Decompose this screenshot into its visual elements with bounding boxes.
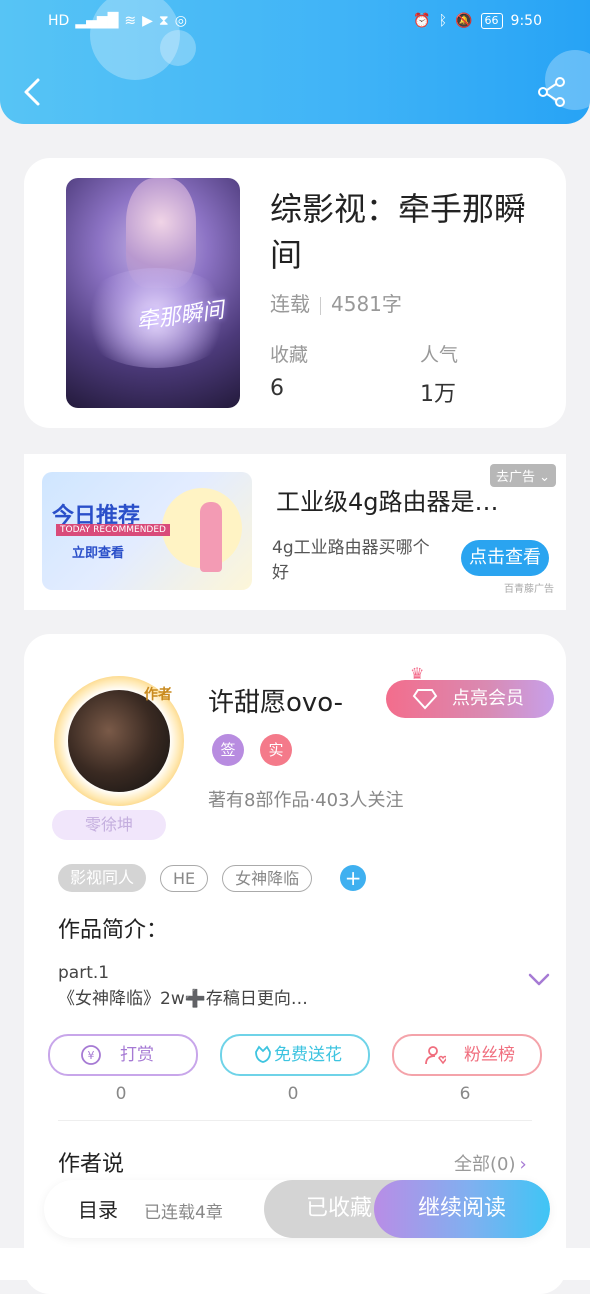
diamond-icon [412,689,438,710]
ad-banner-subtitle: TODAY RECOMMENDED [56,524,170,536]
book-info-card: 牵那瞬间 综影视：牵手那瞬间 连载 4581字 收藏 6 人气 1万 [24,158,566,428]
tip-button[interactable]: ¥ 打赏 [48,1034,198,1076]
yuan-coin-icon: ¥ [81,1045,101,1065]
bottom-action-bar: 目录 已连载4章 已收藏 继续阅读 [44,1180,550,1238]
tag-item[interactable]: 影视同人 [58,864,147,892]
clock-time: 9:50 [510,13,542,29]
intro-line: part.1 [58,963,110,983]
battery-icon: 66 [480,13,503,29]
book-title: 综影视：牵手那瞬间 [270,190,527,274]
meta-divider [320,296,321,315]
fans-ranking-label: 粉丝榜 [464,1045,515,1065]
remove-ad-button[interactable]: 去广告 ⌄ [489,464,556,487]
ad-figure [200,502,222,572]
book-status: 连载 [270,292,310,316]
chapter-count: 已连载4章 [144,1203,223,1223]
flower-count: 0 [287,1084,299,1104]
favorites-value: 6 [270,376,284,401]
continue-reading-button[interactable]: 继续阅读 [374,1180,550,1238]
intro-text: part.1 《女神降临》2w➕存稿日更向… [58,960,478,1012]
send-flower-button[interactable]: 免费送花 [220,1034,370,1076]
author-badge: 作者 [144,687,172,703]
wifi-icon: ≋ [124,13,137,29]
vip-button[interactable]: 点亮会员 [386,680,554,718]
author-says-title: 作者说 [58,1152,125,1177]
fans-ranking-button[interactable]: 粉丝榜 [392,1034,542,1076]
back-button[interactable] [18,76,48,108]
play-icon: ▶ [142,13,153,29]
popularity-value: 1万 [420,382,456,407]
hourglass-icon: ⧗ [158,13,169,29]
header: HD ▂▄▆█ ≋ ▶ ⧗ ◎ ⏰ ᛒ 🔕 66 9:50 [0,0,590,124]
expand-intro-button[interactable] [526,970,552,990]
vip-button-label: 点亮会员 [452,688,524,709]
author-says-all-link[interactable]: 全部(0) › [454,1150,527,1176]
ad-card[interactable]: 今日推荐 TODAY RECOMMENDED 立即查看 去广告 ⌄ 工业级4g路… [24,454,566,610]
tip-count: 0 [115,1084,127,1104]
tag-item[interactable]: HE [160,864,209,892]
share-icon [538,77,565,107]
section-divider [58,1120,532,1121]
favorites-label: 收藏 [270,344,309,366]
ad-view-button[interactable]: 点击查看 [461,540,549,576]
table-of-contents-button[interactable]: 目录 [78,1194,118,1223]
share-button[interactable] [536,76,568,108]
remove-ad-label: 去广告 [495,470,535,485]
says-all-label: 全部(0) [454,1154,516,1175]
ad-description: 4g工业路由器买哪个好 [272,538,430,583]
mute-icon: 🔕 [455,13,473,29]
chevron-right-icon: › [519,1154,527,1175]
popularity-label: 人气 [420,344,459,366]
book-meta: 连载 4581字 [270,288,402,317]
author-avatar-frame[interactable]: 作者 [54,676,184,806]
intro-line: 《女神降临》2w➕存稿日更向… [58,989,308,1009]
fans-count: 6 [459,1084,471,1104]
ad-source: 百青藤广告 [504,584,554,595]
tag-list: 影视同人 HE 女神降临 + [58,864,367,892]
avatar [68,690,170,792]
chevron-down-icon [528,973,550,986]
author-name[interactable]: 许甜愿ovo- [208,682,343,719]
add-tag-button[interactable]: + [340,865,367,891]
ad-banner-image[interactable]: 今日推荐 TODAY RECOMMENDED 立即查看 [42,472,252,590]
author-stats: 著有8部作品·403人关注 [208,790,404,811]
signed-badge: 签 [212,734,244,766]
chevron-left-icon [24,78,40,106]
alarm-icon: ⏰ [413,13,431,29]
bottom-strip [0,1248,590,1280]
intro-title: 作品简介： [58,918,169,943]
signal-icon: ▂▄▆█ [75,13,119,29]
verified-badge: 实 [260,734,292,766]
svg-text:¥: ¥ [88,1049,95,1062]
status-bar: HD ▂▄▆█ ≋ ▶ ⧗ ◎ ⏰ ᛒ 🔕 66 9:50 [0,0,590,46]
book-word-count: 4581字 [331,292,402,316]
send-flower-label: 免费送花 [274,1045,342,1065]
user-heart-icon [425,1046,446,1065]
tip-label: 打赏 [120,1045,154,1065]
ad-banner-button: 立即查看 [72,546,125,561]
ad-title[interactable]: 工业级4g路由器是… [276,482,499,517]
avatar-label: 零徐坤 [52,810,166,840]
flower-icon [255,1045,271,1063]
sync-icon: ◎ [174,13,187,29]
bluetooth-icon: ᛒ [438,13,448,29]
tag-item[interactable]: 女神降临 [222,864,313,892]
hd-icon: HD [48,13,70,29]
book-cover[interactable]: 牵那瞬间 [66,178,240,408]
